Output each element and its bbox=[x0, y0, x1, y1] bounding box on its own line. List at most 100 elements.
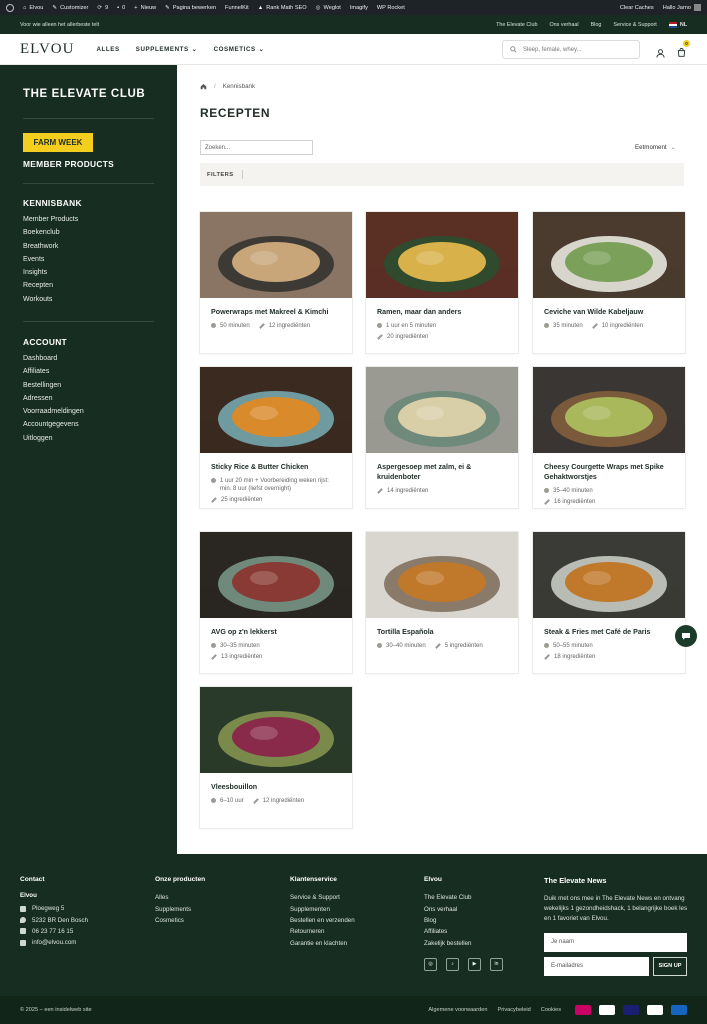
footer-link[interactable]: Alles bbox=[155, 892, 205, 903]
recipe-image[interactable] bbox=[533, 367, 685, 453]
sidebar-item-accountgegevens[interactable]: Accountgegevens bbox=[23, 421, 84, 434]
admin-new[interactable]: + Nieuw bbox=[134, 5, 156, 11]
admin-edit-page[interactable]: ✎ Pagina bewerken bbox=[165, 5, 216, 11]
recipe-image[interactable] bbox=[366, 367, 518, 453]
sidebar-item-adressen[interactable]: Adressen bbox=[23, 395, 84, 408]
sidebar-item-breathwork[interactable]: Breathwork bbox=[23, 243, 78, 256]
sidebar-item-bestellingen[interactable]: Bestellingen bbox=[23, 382, 84, 395]
sidebar-item-dashboard[interactable]: Dashboard bbox=[23, 355, 84, 368]
recipe-title[interactable]: Sticky Rice & Butter Chicken bbox=[200, 453, 352, 473]
footer-link[interactable]: Service & Support bbox=[290, 892, 355, 903]
recipe-card[interactable]: Cheesy Courgette Wraps met Spike Gehaktw… bbox=[533, 367, 685, 508]
footer-phone[interactable]: 06 23 77 16 15 bbox=[20, 926, 88, 937]
privacy-link[interactable]: Privacybeleid bbox=[498, 1007, 531, 1013]
admin-rankmath[interactable]: ▲ Rank Math SEO bbox=[258, 5, 307, 11]
admin-wp-rocket[interactable]: WP Rocket bbox=[377, 5, 405, 11]
recipe-title[interactable]: AVG op z'n lekkerst bbox=[200, 618, 352, 638]
breadcrumb-current[interactable]: Kennisbank bbox=[223, 83, 255, 90]
sidebar-item-workouts[interactable]: Workouts bbox=[23, 296, 78, 309]
sidebar-item-boekenclub[interactable]: Boekenclub bbox=[23, 229, 78, 242]
footer-email[interactable]: info@elvou.com bbox=[20, 937, 88, 948]
recipe-title[interactable]: Powerwraps met Makreel & Kimchi bbox=[200, 298, 352, 318]
recipe-card[interactable]: Sticky Rice & Butter Chicken 1 uur 20 min… bbox=[200, 367, 352, 508]
admin-site-name[interactable]: ⌂ Elvou bbox=[23, 5, 43, 11]
footer-link[interactable]: Cosmetics bbox=[155, 915, 205, 926]
recipe-card[interactable]: Ramen, maar dan anders 1 uur en 5 minuten… bbox=[366, 212, 518, 353]
nav-cosmetics[interactable]: COSMETICS ⌄ bbox=[214, 46, 265, 53]
newsletter-signup-button[interactable]: SIGN UP bbox=[653, 956, 687, 976]
sidebar-item-insights[interactable]: Insights bbox=[23, 269, 78, 282]
footer-link[interactable]: Supplements bbox=[155, 903, 205, 914]
recipe-search-input[interactable]: Zoeken... bbox=[200, 140, 313, 155]
recipe-title[interactable]: Vleesbouillon bbox=[200, 773, 352, 793]
nav-alles[interactable]: ALLES bbox=[96, 46, 119, 53]
newsletter-email-input[interactable]: E-mailadres bbox=[544, 956, 649, 976]
admin-updates[interactable]: ⟳ 9 bbox=[97, 5, 108, 11]
recipe-image[interactable] bbox=[200, 687, 352, 773]
recipe-image[interactable] bbox=[366, 212, 518, 298]
recipe-card[interactable]: Steak & Fries met Café de Paris 50–55 min… bbox=[533, 532, 685, 673]
recipe-card[interactable]: AVG op z'n lekkerst 30–35 minuten 13 ingre… bbox=[200, 532, 352, 673]
recipe-card[interactable]: Ceviche van Wilde Kabeljauw 35 minuten 10 … bbox=[533, 212, 685, 353]
member-products-link[interactable]: MEMBER PRODUCTS bbox=[23, 159, 114, 169]
recipe-image[interactable] bbox=[200, 532, 352, 618]
recipe-card[interactable]: Vleesbouillon 6–10 uur 12 ingrediënten bbox=[200, 687, 352, 828]
recipe-card[interactable]: Aspergesoep met zalm, ei & kruidenboter 1… bbox=[366, 367, 518, 508]
language-switcher[interactable]: NL bbox=[668, 21, 687, 28]
wp-logo-item[interactable] bbox=[6, 3, 14, 12]
recipe-image[interactable] bbox=[200, 212, 352, 298]
admin-weglot[interactable]: ◎ Weglot bbox=[316, 5, 341, 11]
sidebar-item-affiliates[interactable]: Affiliates bbox=[23, 368, 84, 381]
nav-supplements[interactable]: SUPPLEMENTS ⌄ bbox=[136, 46, 198, 53]
chat-button[interactable] bbox=[675, 625, 697, 647]
footer-link[interactable]: Retourneren bbox=[290, 926, 355, 937]
footer-link[interactable]: Ons verhaal bbox=[424, 903, 503, 914]
topbar-link-story[interactable]: Ons verhaal bbox=[549, 22, 578, 28]
footer-link[interactable]: Blog bbox=[424, 915, 503, 926]
recipe-title[interactable]: Ceviche van Wilde Kabeljauw bbox=[533, 298, 685, 318]
admin-user[interactable]: Hallo Jarno bbox=[663, 4, 701, 11]
footer-link[interactable]: Garantie en klachten bbox=[290, 938, 355, 949]
user-icon[interactable] bbox=[656, 48, 665, 58]
admin-comments[interactable]: ▪ 0 bbox=[117, 5, 125, 11]
sort-dropdown[interactable]: Eetmoment ⌄ bbox=[635, 144, 676, 151]
sidebar-item-recepten[interactable]: Recepten bbox=[23, 282, 78, 295]
footer-link[interactable]: Supplementen bbox=[290, 903, 355, 914]
newsletter-name-input[interactable]: Je naam bbox=[544, 932, 687, 952]
recipe-image[interactable] bbox=[200, 367, 352, 453]
tiktok-icon[interactable]: ♪ bbox=[446, 957, 459, 971]
home-icon[interactable] bbox=[200, 83, 207, 90]
footer-link[interactable]: The Elevate Club bbox=[424, 892, 503, 903]
topbar-link-blog[interactable]: Blog bbox=[591, 22, 602, 28]
topbar-link-support[interactable]: Service & Support bbox=[613, 22, 656, 28]
recipe-card[interactable]: Powerwraps met Makreel & Kimchi 50 minute… bbox=[200, 212, 352, 353]
terms-link[interactable]: Algemene voorwaarden bbox=[428, 1007, 487, 1013]
recipe-image[interactable] bbox=[533, 212, 685, 298]
recipe-title[interactable]: Steak & Fries met Café de Paris bbox=[533, 618, 685, 638]
recipe-card[interactable]: Tortilla Española 30–40 minuten 5 ingredië… bbox=[366, 532, 518, 673]
admin-funnelkit[interactable]: FunnelKit bbox=[225, 5, 249, 11]
cart-button[interactable]: 0 bbox=[677, 40, 690, 62]
filters-bar[interactable]: FILTERS bbox=[200, 163, 684, 186]
topbar-link-club[interactable]: The Elevate Club bbox=[496, 22, 537, 28]
youtube-icon[interactable]: ▶ bbox=[468, 957, 481, 971]
sidebar-item-member-products[interactable]: Member Products bbox=[23, 216, 78, 229]
sidebar-item-uitloggen[interactable]: Uitloggen bbox=[23, 435, 84, 448]
recipe-title[interactable]: Tortilla Española bbox=[366, 618, 518, 638]
instagram-icon[interactable]: ◎ bbox=[424, 957, 437, 971]
recipe-title[interactable]: Aspergesoep met zalm, ei & kruidenboter bbox=[366, 453, 518, 483]
recipe-image[interactable] bbox=[533, 532, 685, 618]
admin-imagify[interactable]: Imagify bbox=[350, 5, 368, 11]
footer-link[interactable]: Zakelijk bestellen bbox=[424, 938, 503, 949]
admin-customizer[interactable]: ✎ Customizer bbox=[52, 5, 88, 11]
recipe-image[interactable] bbox=[366, 532, 518, 618]
admin-clear-caches[interactable]: Clear Caches bbox=[620, 5, 654, 11]
header-search-input[interactable]: Sleep, female, whey... bbox=[502, 40, 640, 59]
recipe-title[interactable]: Ramen, maar dan anders bbox=[366, 298, 518, 318]
farm-week-button[interactable]: FARM WEEK bbox=[23, 133, 93, 152]
sidebar-item-voorraadmeldingen[interactable]: Voorraadmeldingen bbox=[23, 408, 84, 421]
footer-link[interactable]: Affiliates bbox=[424, 926, 503, 937]
site-logo[interactable]: ELVOU bbox=[20, 41, 74, 58]
recipe-title[interactable]: Cheesy Courgette Wraps met Spike Gehaktw… bbox=[533, 453, 685, 483]
footer-link[interactable]: Bestellen en verzenden bbox=[290, 915, 355, 926]
